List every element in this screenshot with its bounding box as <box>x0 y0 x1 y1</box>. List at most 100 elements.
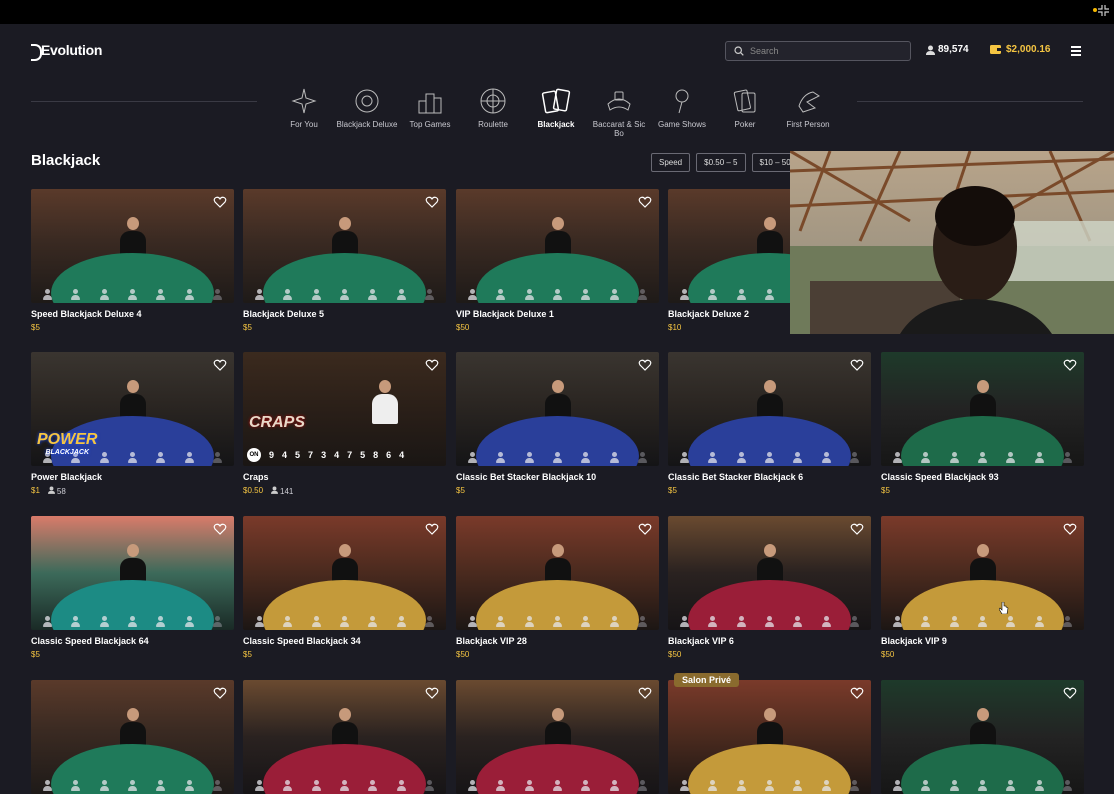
seat-icon <box>609 289 620 300</box>
game-card[interactable]: Speed Blackjack Deluxe 4 $5 <box>31 189 234 332</box>
game-card[interactable]: VIP Blackjack Deluxe 1 $50 <box>456 189 659 332</box>
category-roulette[interactable]: Roulette <box>462 86 524 129</box>
game-thumbnail[interactable] <box>243 680 446 794</box>
game-title[interactable]: Classic Bet Stacker Blackjack 10 <box>456 472 659 482</box>
heart-icon[interactable] <box>425 522 439 536</box>
category-poker[interactable]: Poker <box>714 86 776 129</box>
heart-icon[interactable] <box>1063 358 1077 372</box>
category-game-shows[interactable]: Game Shows <box>651 86 713 129</box>
balance[interactable]: $2,000.16 <box>990 44 1051 55</box>
category-for-you[interactable]: For You <box>273 86 335 129</box>
category-blackjack[interactable]: Blackjack <box>525 86 587 129</box>
game-title[interactable]: Classic Speed Blackjack 34 <box>243 636 446 646</box>
search-box[interactable] <box>725 41 911 61</box>
category-label: First Person <box>786 120 830 129</box>
heart-icon[interactable] <box>638 686 652 700</box>
heart-icon[interactable] <box>213 686 227 700</box>
seat-icon <box>495 616 506 627</box>
game-card[interactable]: Blackjack VIP 9 $50 <box>881 516 1084 659</box>
seat-row <box>668 616 871 627</box>
game-thumbnail[interactable] <box>668 516 871 630</box>
heart-icon[interactable] <box>638 195 652 209</box>
game-thumbnail[interactable] <box>668 680 871 794</box>
category-baccarat-sic-bo[interactable]: Baccarat & Sic Bo <box>588 86 650 138</box>
game-card[interactable]: POWER BLACKJACK Power Blackjack $1 58 <box>31 352 234 496</box>
heart-icon[interactable] <box>213 358 227 372</box>
game-card[interactable]: Classic Bet Stacker Blackjack 10 $5 <box>456 352 659 495</box>
game-title[interactable]: Power Blackjack <box>31 472 234 482</box>
game-thumbnail[interactable] <box>881 516 1084 630</box>
heart-icon[interactable] <box>213 195 227 209</box>
players-count: 89,574 <box>938 44 969 55</box>
game-title[interactable]: Blackjack Deluxe 5 <box>243 309 446 319</box>
game-card[interactable] <box>243 680 446 794</box>
search-input[interactable] <box>750 46 900 56</box>
heart-icon[interactable] <box>425 358 439 372</box>
filter-speed[interactable]: Speed <box>651 153 691 172</box>
game-thumbnail[interactable] <box>31 680 234 794</box>
game-thumbnail[interactable]: ON 9 4 5 7 3 4 7 5 8 6 4 CRAPS <box>243 352 446 466</box>
game-thumbnail[interactable] <box>31 516 234 630</box>
game-card[interactable]: Blackjack VIP 28 $50 <box>456 516 659 659</box>
collapse-icon[interactable] <box>1098 5 1109 19</box>
game-card[interactable]: Blackjack Deluxe 5 $5 <box>243 189 446 332</box>
game-card[interactable] <box>668 680 871 794</box>
heart-icon[interactable] <box>1063 686 1077 700</box>
category-top-games[interactable]: Top Games <box>399 86 461 129</box>
heart-icon[interactable] <box>638 358 652 372</box>
game-title[interactable]: Classic Speed Blackjack 64 <box>31 636 234 646</box>
game-thumbnail[interactable] <box>456 189 659 303</box>
game-thumbnail[interactable] <box>456 352 659 466</box>
seat-icon <box>637 616 648 627</box>
game-title[interactable]: Classic Bet Stacker Blackjack 6 <box>668 472 871 482</box>
game-card[interactable]: Classic Speed Blackjack 64 $5 <box>31 516 234 659</box>
brand-logo[interactable]: Evolution <box>31 42 102 61</box>
game-thumbnail[interactable] <box>881 680 1084 794</box>
game-card[interactable]: Classic Bet Stacker Blackjack 6 $5 <box>668 352 871 495</box>
game-title[interactable]: Blackjack VIP 9 <box>881 636 1084 646</box>
game-card[interactable]: ON 9 4 5 7 3 4 7 5 8 6 4 CRAPS Craps $0.50 141 <box>243 352 446 496</box>
heart-icon[interactable] <box>850 358 864 372</box>
category-first-person[interactable]: First Person <box>777 86 839 129</box>
seat-row <box>243 780 446 791</box>
player-count-value: 58 <box>56 487 66 496</box>
seat-icon <box>70 780 81 791</box>
category-blackjack-deluxe[interactable]: Blackjack Deluxe <box>336 86 398 129</box>
game-title[interactable]: Speed Blackjack Deluxe 4 <box>31 309 234 319</box>
game-card[interactable] <box>881 680 1084 794</box>
game-thumbnail[interactable] <box>456 680 659 794</box>
game-title[interactable]: VIP Blackjack Deluxe 1 <box>456 309 659 319</box>
game-card[interactable]: Classic Speed Blackjack 34 $5 <box>243 516 446 659</box>
filter-limit-low[interactable]: $0.50 – 5 <box>696 153 746 172</box>
game-card[interactable] <box>31 680 234 794</box>
heart-icon[interactable] <box>850 522 864 536</box>
heart-icon[interactable] <box>850 686 864 700</box>
sparkle-icon <box>289 86 319 116</box>
dice-result: 9 <box>269 450 275 460</box>
game-title[interactable]: Classic Speed Blackjack 93 <box>881 472 1084 482</box>
game-title[interactable]: Blackjack VIP 28 <box>456 636 659 646</box>
webcam-overlay <box>790 151 1114 334</box>
seat-row <box>881 452 1084 463</box>
game-thumbnail[interactable] <box>243 189 446 303</box>
menu-button[interactable] <box>1071 46 1081 56</box>
game-thumbnail[interactable] <box>668 352 871 466</box>
game-thumbnail[interactable] <box>456 516 659 630</box>
heart-icon[interactable] <box>213 522 227 536</box>
game-thumbnail[interactable] <box>881 352 1084 466</box>
game-card[interactable] <box>456 680 659 794</box>
game-title[interactable]: Blackjack VIP 6 <box>668 636 871 646</box>
seat-row <box>243 616 446 627</box>
heart-icon[interactable] <box>638 522 652 536</box>
game-thumbnail[interactable] <box>243 516 446 630</box>
seat-icon <box>467 780 478 791</box>
game-title[interactable]: Craps <box>243 472 446 482</box>
heart-icon[interactable] <box>1063 522 1077 536</box>
game-card[interactable]: Blackjack VIP 6 $50 <box>668 516 871 659</box>
game-thumbnail[interactable]: POWER BLACKJACK <box>31 352 234 466</box>
podium-icon <box>415 86 445 116</box>
heart-icon[interactable] <box>425 686 439 700</box>
game-thumbnail[interactable] <box>31 189 234 303</box>
game-card[interactable]: Classic Speed Blackjack 93 $5 <box>881 352 1084 495</box>
heart-icon[interactable] <box>425 195 439 209</box>
